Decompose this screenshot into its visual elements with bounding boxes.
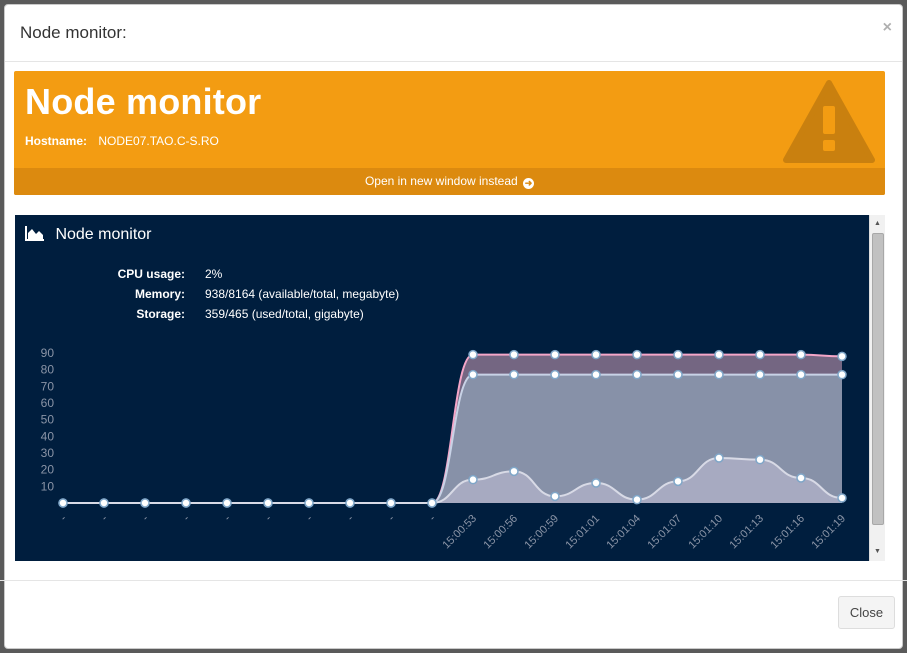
scroll-down-icon[interactable]: ▼ (870, 545, 885, 559)
x-tick-label: 15:01:19 (809, 513, 848, 552)
y-tick-label: 50 (41, 413, 55, 427)
open-new-window-link[interactable]: Open in new window instead ➜ (14, 168, 885, 195)
x-tick-label: - (263, 512, 274, 523)
y-tick-label: 60 (41, 396, 55, 410)
data-point (181, 498, 191, 508)
x-tick-label: 15:00:59 (522, 513, 561, 552)
data-point (632, 349, 642, 360)
data-point (222, 498, 232, 508)
x-tick-label: - (140, 512, 151, 523)
data-point (58, 498, 68, 508)
x-tick-label: 15:00:53 (440, 513, 479, 552)
open-new-window-label: Open in new window instead (364, 174, 518, 188)
data-point (550, 491, 560, 502)
x-tick-label: 15:01:04 (604, 513, 643, 552)
close-icon[interactable]: × (883, 19, 892, 37)
data-point (550, 369, 560, 380)
hostname-value: NODE07.TAO.C-S.RO (98, 134, 219, 148)
x-tick-label: 15:01:01 (563, 513, 602, 552)
data-point (796, 369, 806, 380)
data-point (591, 369, 601, 380)
data-point (386, 498, 396, 508)
node-monitor-panel: Node monitor CPU usage: 2% Memory: 938/8… (15, 215, 885, 561)
data-point (714, 453, 724, 463)
y-tick-label: 80 (41, 363, 55, 377)
data-point (99, 498, 109, 508)
data-point (837, 369, 847, 380)
data-point (345, 498, 355, 508)
close-button[interactable]: Close (838, 596, 895, 629)
data-point (468, 349, 478, 360)
x-tick-label: - (304, 512, 315, 523)
y-tick-label: 20 (41, 463, 55, 477)
data-point (304, 498, 314, 508)
data-point (837, 351, 847, 362)
y-tick-label: 30 (41, 446, 55, 460)
x-tick-label: 15:01:16 (768, 513, 807, 552)
hostname-label: Hostname: (25, 134, 88, 148)
data-point (591, 349, 601, 360)
data-point (140, 498, 150, 508)
data-point (632, 369, 642, 380)
data-point (673, 369, 683, 380)
modal-header: Node monitor: × (5, 5, 902, 62)
y-tick-label: 10 (41, 479, 55, 493)
data-point (263, 498, 273, 508)
x-tick-label: 15:01:10 (686, 513, 725, 552)
data-point (755, 454, 765, 465)
x-tick-label: 15:00:56 (481, 513, 520, 552)
data-point (796, 473, 806, 483)
data-point (427, 498, 437, 508)
data-point (550, 349, 560, 360)
banner-title: Node monitor (25, 81, 262, 122)
data-point (509, 466, 519, 477)
scroll-up-icon[interactable]: ▲ (870, 217, 885, 231)
data-point (509, 349, 519, 360)
modal-title: Node monitor: (20, 23, 127, 42)
hostname: Hostname: NODE07.TAO.C-S.RO (25, 134, 219, 148)
data-point (714, 369, 724, 380)
x-tick-label: - (99, 512, 110, 523)
x-tick-label: - (345, 512, 356, 523)
node-monitor-banner: Node monitor Hostname: NODE07.TAO.C-S.RO… (14, 71, 885, 195)
x-tick-label: - (58, 512, 69, 523)
data-point (509, 369, 519, 380)
data-point (837, 493, 847, 503)
data-point (755, 349, 765, 360)
x-tick-label: - (427, 512, 438, 523)
data-point (632, 494, 642, 505)
data-point (796, 349, 806, 360)
warning-triangle-icon (783, 80, 875, 163)
scroll-thumb[interactable] (872, 233, 884, 525)
data-point (673, 349, 683, 360)
arrow-circle-right-icon: ➜ (523, 178, 535, 189)
data-point (468, 369, 478, 380)
x-tick-label: 15:01:07 (645, 513, 684, 552)
data-point (714, 349, 724, 360)
x-tick-label: - (181, 512, 192, 523)
y-tick-label: 70 (41, 379, 55, 393)
data-point (673, 476, 683, 487)
y-tick-label: 40 (41, 429, 55, 443)
data-point (468, 474, 478, 485)
data-point (755, 369, 765, 380)
x-tick-label: - (386, 512, 397, 523)
modal-footer-divider (0, 580, 907, 581)
x-tick-label: - (222, 512, 233, 523)
panel-scrollbar[interactable]: ▲ ▼ (869, 215, 885, 561)
y-tick-label: 90 (41, 346, 55, 360)
x-tick-label: 15:01:13 (727, 513, 766, 552)
data-point (591, 478, 601, 488)
monitor-area-chart: 102030405060708090- - - - - - - - - -15:00:53 15:0… (41, 346, 848, 552)
